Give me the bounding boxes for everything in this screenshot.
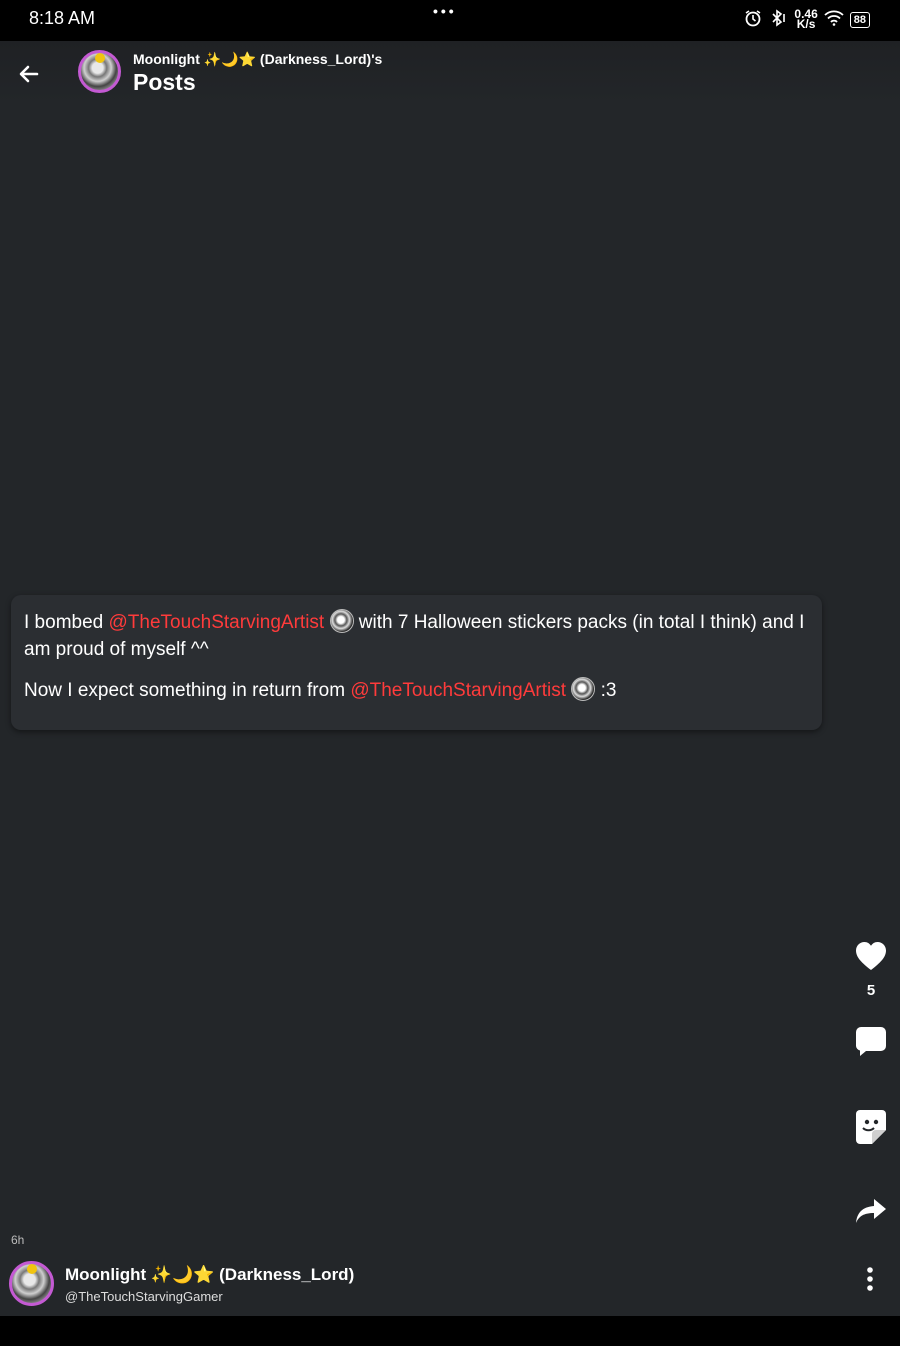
share-button[interactable]	[852, 1196, 890, 1231]
post-card: I bombed @TheTouchStarvingArtist with 7 …	[11, 595, 822, 730]
mention-avatar-icon	[571, 677, 596, 701]
like-button[interactable]	[852, 940, 890, 977]
arrow-left-icon	[19, 65, 39, 83]
post-timestamp: 6h	[11, 1233, 25, 1247]
status-dots: •••	[433, 3, 457, 19]
avatar-badge-icon	[95, 53, 105, 63]
network-speed: 0.46 K/s	[794, 8, 817, 31]
back-button[interactable]	[16, 61, 42, 87]
battery-indicator: 88	[849, 11, 870, 28]
avatar-badge-icon	[27, 1264, 37, 1274]
alarm-icon	[744, 9, 762, 30]
author-handle: @TheTouchStarvingGamer	[65, 1289, 223, 1304]
bluetooth-icon	[768, 9, 788, 30]
sticker-button[interactable]	[852, 1108, 890, 1151]
mention-link[interactable]: @TheTouchStarvingArtist	[350, 680, 566, 701]
heart-icon	[856, 942, 886, 970]
comment-button[interactable]	[852, 1024, 890, 1063]
post-paragraph-1: I bombed @TheTouchStarvingArtist with 7 …	[24, 609, 809, 663]
post-paragraph-2: Now I expect something in return from @T…	[24, 677, 809, 704]
vertical-dots-icon	[867, 1267, 873, 1291]
post-text: I bombed	[24, 612, 109, 633]
status-bar: 8:18 AM ••• 0.46 K/s 88	[0, 0, 900, 41]
share-arrow-icon	[856, 1199, 886, 1223]
like-count: 5	[866, 982, 876, 999]
mention-link[interactable]: @TheTouchStarvingArtist	[109, 612, 325, 633]
page-title: Posts	[133, 69, 196, 95]
more-options-button[interactable]	[860, 1266, 880, 1292]
post-text: Now I expect something in return from	[24, 680, 351, 701]
status-time: 8:18 AM	[29, 8, 96, 28]
header-subtitle: Moonlight ✨🌙⭐ (Darkness_Lord)'s	[133, 51, 383, 67]
post-text: :3	[595, 680, 617, 701]
wifi-icon	[824, 10, 844, 29]
net-speed-unit: K/s	[796, 16, 816, 31]
author-avatar[interactable]	[9, 1261, 54, 1306]
system-nav-bar	[0, 1316, 900, 1346]
header-avatar[interactable]	[78, 50, 121, 93]
author-name[interactable]: Moonlight ✨🌙⭐ (Darkness_Lord)	[65, 1265, 354, 1285]
speech-bubble-icon	[856, 1027, 886, 1056]
app-header: Moonlight ✨🌙⭐ (Darkness_Lord)'s Posts	[0, 41, 900, 103]
status-icons: 0.46 K/s 88	[744, 8, 870, 31]
sticker-icon	[856, 1110, 886, 1144]
mention-avatar-icon	[329, 609, 354, 633]
